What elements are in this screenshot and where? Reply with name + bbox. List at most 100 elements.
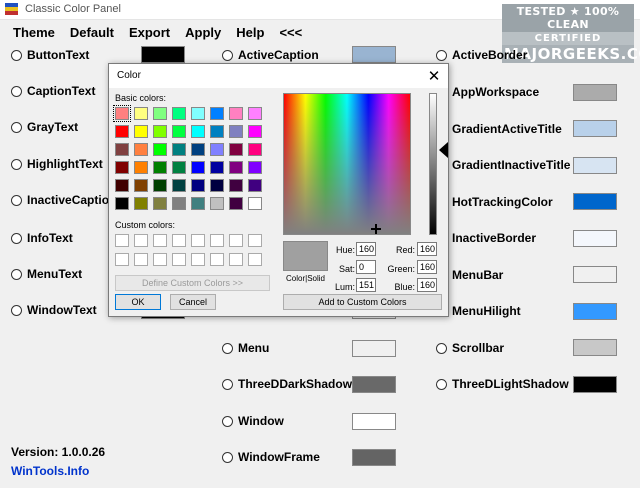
- luminosity-arrow-icon[interactable]: [439, 142, 448, 158]
- basic-color-cell[interactable]: [210, 107, 224, 120]
- basic-color-cell[interactable]: [191, 161, 205, 174]
- radio-button[interactable]: [222, 49, 233, 61]
- basic-color-cell[interactable]: [115, 161, 129, 174]
- color-row-threedlightshadow[interactable]: ThreeDLightShadow: [436, 373, 569, 395]
- custom-color-cell[interactable]: [134, 234, 148, 247]
- radio-button[interactable]: [436, 378, 447, 390]
- basic-color-cell[interactable]: [248, 197, 262, 210]
- custom-color-cell[interactable]: [191, 253, 205, 266]
- menu-help[interactable]: Help: [236, 25, 264, 40]
- color-swatch-scrollbar[interactable]: [573, 339, 617, 356]
- basic-color-cell[interactable]: [115, 143, 129, 156]
- color-row-hottrackingcolor[interactable]: HotTrackingColor: [436, 191, 553, 213]
- basic-color-cell[interactable]: [210, 125, 224, 138]
- basic-color-cell[interactable]: [153, 161, 167, 174]
- color-swatch-menuhilight[interactable]: [573, 303, 617, 320]
- basic-color-cell[interactable]: [210, 197, 224, 210]
- radio-button[interactable]: [11, 85, 22, 97]
- lum-field[interactable]: [356, 278, 376, 292]
- basic-color-cell[interactable]: [153, 143, 167, 156]
- basic-color-cell[interactable]: [191, 179, 205, 192]
- basic-color-cell[interactable]: [229, 107, 243, 120]
- basic-color-cell[interactable]: [191, 107, 205, 120]
- basic-color-cell[interactable]: [248, 143, 262, 156]
- color-row-highlighttext[interactable]: HighlightText: [11, 153, 103, 175]
- basic-color-cell[interactable]: [248, 107, 262, 120]
- menu-default[interactable]: Default: [70, 25, 114, 40]
- basic-color-cell[interactable]: [172, 125, 186, 138]
- color-swatch-gradientinactivetitle[interactable]: [573, 157, 617, 174]
- color-row-window[interactable]: Window: [222, 410, 284, 432]
- basic-color-cell[interactable]: [191, 125, 205, 138]
- custom-color-cell[interactable]: [229, 234, 243, 247]
- basic-color-cell[interactable]: [210, 161, 224, 174]
- basic-color-cell[interactable]: [210, 179, 224, 192]
- basic-color-cell[interactable]: [172, 143, 186, 156]
- color-swatch-buttontext[interactable]: [141, 46, 185, 63]
- radio-button[interactable]: [11, 49, 22, 61]
- cancel-button[interactable]: Cancel: [170, 294, 216, 310]
- custom-color-cell[interactable]: [248, 234, 262, 247]
- green-field[interactable]: [417, 260, 437, 274]
- add-to-custom-colors-button[interactable]: Add to Custom Colors: [283, 294, 442, 310]
- menu-export[interactable]: Export: [129, 25, 170, 40]
- basic-color-cell[interactable]: [115, 197, 129, 210]
- radio-button[interactable]: [11, 121, 22, 133]
- custom-color-cell[interactable]: [229, 253, 243, 266]
- basic-color-cell[interactable]: [153, 107, 167, 120]
- define-custom-colors-button[interactable]: Define Custom Colors >>: [115, 275, 270, 291]
- custom-color-cell[interactable]: [210, 253, 224, 266]
- radio-button[interactable]: [436, 342, 447, 354]
- color-swatch-gradientactivetitle[interactable]: [573, 120, 617, 137]
- color-swatch-menubar[interactable]: [573, 266, 617, 283]
- color-row-scrollbar[interactable]: Scrollbar: [436, 337, 504, 359]
- basic-color-cell[interactable]: [248, 161, 262, 174]
- basic-color-cell[interactable]: [172, 197, 186, 210]
- custom-color-cell[interactable]: [191, 234, 205, 247]
- basic-color-cell[interactable]: [229, 125, 243, 138]
- color-row-inactivecaption[interactable]: InactiveCaption: [11, 189, 116, 211]
- basic-color-cell[interactable]: [134, 125, 148, 138]
- custom-color-cell[interactable]: [153, 253, 167, 266]
- basic-color-cell[interactable]: [210, 143, 224, 156]
- radio-button[interactable]: [222, 415, 233, 427]
- radio-button[interactable]: [222, 451, 233, 463]
- basic-color-cell[interactable]: [248, 125, 262, 138]
- custom-color-cell[interactable]: [172, 253, 186, 266]
- crosshair-icon[interactable]: [371, 224, 381, 234]
- radio-button[interactable]: [222, 378, 233, 390]
- color-swatch-inactiveborder[interactable]: [573, 230, 617, 247]
- basic-color-cell[interactable]: [172, 161, 186, 174]
- color-row-gradientinactivetitle[interactable]: GradientInactiveTitle: [436, 154, 570, 176]
- basic-color-cell[interactable]: [115, 125, 129, 138]
- basic-color-cell[interactable]: [248, 179, 262, 192]
- basic-color-cell[interactable]: [172, 107, 186, 120]
- basic-color-cell[interactable]: [191, 197, 205, 210]
- menu-collapse[interactable]: <<<: [279, 25, 302, 40]
- custom-color-cell[interactable]: [134, 253, 148, 266]
- basic-color-cell[interactable]: [229, 161, 243, 174]
- red-field[interactable]: [417, 242, 437, 256]
- color-swatch-activecaption[interactable]: [352, 46, 396, 63]
- blue-field[interactable]: [417, 278, 437, 292]
- color-row-menutext[interactable]: MenuText: [11, 263, 82, 285]
- color-swatch-menu[interactable]: [352, 340, 396, 357]
- custom-color-cell[interactable]: [153, 234, 167, 247]
- custom-color-cell[interactable]: [115, 253, 129, 266]
- radio-button[interactable]: [222, 342, 233, 354]
- basic-color-cell[interactable]: [153, 197, 167, 210]
- basic-color-cell[interactable]: [134, 179, 148, 192]
- close-icon[interactable]: ✕: [426, 67, 442, 85]
- ok-button[interactable]: OK: [115, 294, 161, 310]
- hue-field[interactable]: [356, 242, 376, 256]
- basic-color-cell[interactable]: [134, 107, 148, 120]
- color-row-infotext[interactable]: InfoText: [11, 227, 73, 249]
- sat-field[interactable]: [356, 260, 376, 274]
- basic-color-cell[interactable]: [191, 143, 205, 156]
- color-swatch-threedlightshadow[interactable]: [573, 376, 617, 393]
- radio-button[interactable]: [436, 49, 447, 61]
- basic-color-cell[interactable]: [113, 105, 131, 122]
- basic-color-cell[interactable]: [134, 143, 148, 156]
- color-row-menu[interactable]: Menu: [222, 337, 269, 359]
- color-row-graytext[interactable]: GrayText: [11, 116, 78, 138]
